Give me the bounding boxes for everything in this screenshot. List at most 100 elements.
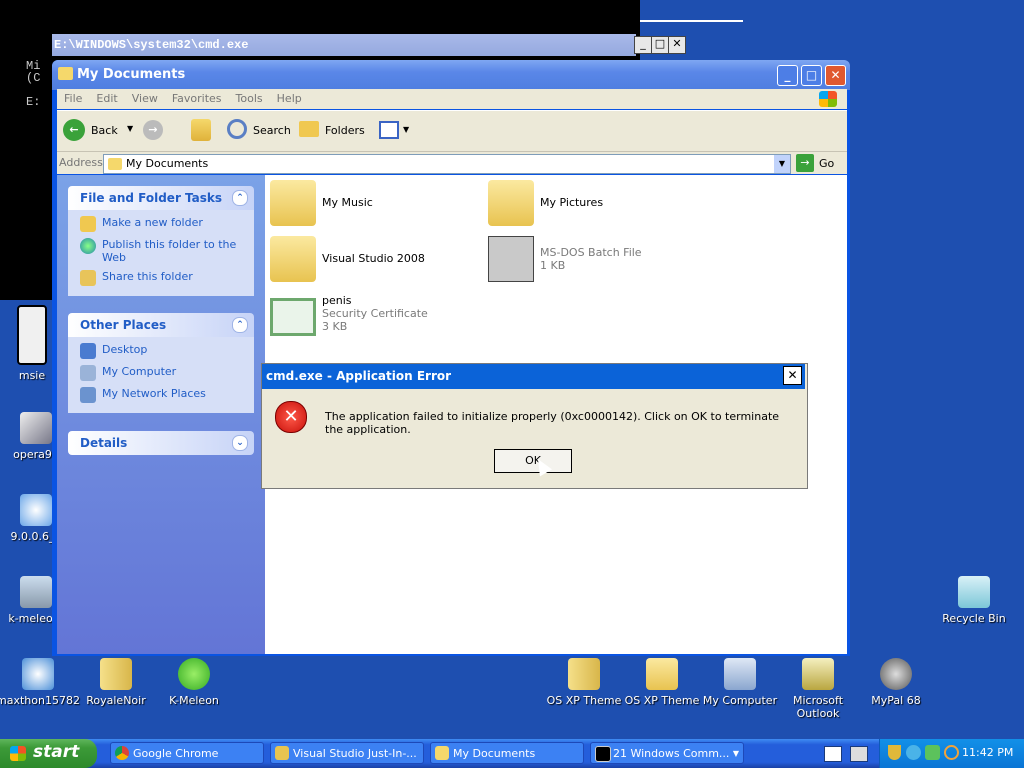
new-folder-icon <box>80 216 96 232</box>
desktop-icon-label: Microsoft <box>792 694 844 707</box>
network-tray-icon[interactable] <box>925 745 940 760</box>
desktop-icon-maxthon[interactable]: maxthon15782 <box>0 658 80 707</box>
file-batch[interactable]: MS-DOS Batch File 1 KB <box>488 236 642 282</box>
task-label: Make a new folder <box>102 216 203 229</box>
start-button[interactable]: start <box>0 739 97 768</box>
menu-tools[interactable]: Tools <box>229 89 270 109</box>
up-folder-icon[interactable] <box>191 119 211 141</box>
back-arrow-icon: ← <box>63 119 85 141</box>
desktop-icon-my-computer[interactable]: My Computer <box>698 658 782 707</box>
menu-file[interactable]: File <box>57 89 89 109</box>
batch-file-icon <box>488 236 534 282</box>
clock: 11:42 PM <box>962 746 1014 759</box>
desktop-icon-label: RoyaleNoir <box>86 694 146 707</box>
desktop-icon-k-meleon[interactable]: K-Meleon <box>152 658 236 707</box>
expand-icon[interactable]: ⌄ <box>232 435 248 451</box>
taskbar-button-my-documents[interactable]: My Documents <box>430 742 584 764</box>
panel-header[interactable]: Other Places ⌃ <box>68 313 254 337</box>
cmd-icon <box>595 746 611 762</box>
shield-icon[interactable] <box>888 745 901 760</box>
cmd-minimize-button[interactable]: _ <box>634 36 652 54</box>
task-label: Share this folder <box>102 270 193 283</box>
address-dropdown-button[interactable]: ▼ <box>774 155 790 173</box>
cmd-close-button[interactable]: ✕ <box>668 36 686 54</box>
cmd-maximize-button[interactable]: □ <box>651 36 669 54</box>
panel-title: File and Folder Tasks <box>80 191 223 205</box>
explorer-maximize-button[interactable]: □ <box>801 65 822 86</box>
desktop-icon-osxp-theme-1[interactable]: OS XP Theme <box>542 658 626 707</box>
taskbar-button-vs-jit[interactable]: Visual Studio Just-In-... <box>270 742 424 764</box>
search-icon <box>227 119 247 139</box>
error-icon: ✕ <box>275 401 307 433</box>
dialog-titlebar[interactable]: cmd.exe - Application Error <box>262 364 805 389</box>
menu-help[interactable]: Help <box>270 89 309 109</box>
explorer-titlebar[interactable]: My Documents <box>52 60 850 90</box>
task-label: Publish this folder to the Web <box>102 238 237 264</box>
chevron-down-icon[interactable]: ▼ <box>403 125 409 134</box>
file-name: Visual Studio 2008 <box>322 252 425 265</box>
menu-favorites[interactable]: Favorites <box>165 89 229 109</box>
file-type: Security Certificate <box>322 307 428 320</box>
place-desktop[interactable]: Desktop <box>80 343 244 359</box>
menu-view[interactable]: View <box>125 89 165 109</box>
toolbar: ← Back ▼ → Search Folders ▼ <box>57 110 847 152</box>
place-my-computer[interactable]: My Computer <box>80 365 244 381</box>
folder-icon <box>58 67 73 80</box>
dialog-close-button[interactable]: ✕ <box>783 366 802 385</box>
menu-edit[interactable]: Edit <box>89 89 124 109</box>
dialog-title-text: cmd.exe - Application Error <box>266 369 452 383</box>
address-input[interactable]: My Documents ▼ <box>103 154 791 174</box>
desktop-icon-recycle-bin[interactable]: Recycle Bin <box>932 576 1016 625</box>
desktop-icon-outlook[interactable]: Microsoft Outlook <box>776 658 860 720</box>
installer-icon <box>20 494 52 526</box>
address-label: Address <box>59 156 103 169</box>
globe-icon <box>80 238 96 254</box>
desktop-icon-mypal[interactable]: MyPal 68 <box>854 658 938 707</box>
panel-title: Details <box>80 436 128 450</box>
task-share-folder[interactable]: Share this folder <box>80 270 244 286</box>
search-tray-icon[interactable] <box>944 745 959 760</box>
show-desktop-icon[interactable] <box>824 746 842 762</box>
cmd-titlebar[interactable]: E:\WINDOWS\system32\cmd.exe <box>52 34 636 56</box>
explorer-minimize-button[interactable]: _ <box>777 65 798 86</box>
file-my-pictures[interactable]: My Pictures <box>488 180 603 226</box>
task-make-new-folder[interactable]: Make a new folder <box>80 216 244 232</box>
chameleon-icon <box>178 658 210 690</box>
explorer-close-button[interactable]: ✕ <box>825 65 846 86</box>
go-label: Go <box>819 157 835 170</box>
place-label: Desktop <box>102 343 148 356</box>
keyboard-icon[interactable] <box>850 746 868 762</box>
taskbar-button-label: Google Chrome <box>133 747 219 760</box>
recycle-bin-icon <box>958 576 990 608</box>
taskbar-button-label: Visual Studio Just-In-... <box>293 747 417 760</box>
chrome-icon <box>115 746 129 760</box>
file-visual-studio[interactable]: Visual Studio 2008 <box>270 236 425 282</box>
go-arrow-icon: → <box>796 154 814 172</box>
collapse-icon[interactable]: ⌃ <box>232 190 248 206</box>
file-name: penis <box>322 294 352 307</box>
chevron-down-icon: ▼ <box>732 749 739 758</box>
details-panel: Details ⌄ <box>68 431 254 455</box>
views-button[interactable] <box>379 121 399 139</box>
place-my-network[interactable]: My Network Places <box>80 387 244 403</box>
taskbar-button-cmd-group[interactable]: 21 Windows Comm... ▼ <box>590 742 744 764</box>
cmd-title-text: E:\WINDOWS\system32\cmd.exe <box>54 38 249 52</box>
desktop-icon-osxp-theme-2[interactable]: OS XP Theme <box>620 658 704 707</box>
file-my-music[interactable]: My Music <box>270 180 373 226</box>
panel-body: Desktop My Computer My Network Places <box>68 337 254 413</box>
file-certificate[interactable]: penis Security Certificate 3 KB <box>270 294 428 336</box>
panel-header[interactable]: File and Folder Tasks ⌃ <box>68 186 254 210</box>
messenger-icon[interactable] <box>906 745 921 760</box>
place-label: My Network Places <box>102 387 206 400</box>
explorer-title-text: My Documents <box>77 67 186 82</box>
panel-header[interactable]: Details ⌄ <box>68 431 254 455</box>
windows-logo-icon <box>819 91 837 107</box>
windows-logo-icon <box>10 746 26 761</box>
task-publish-web[interactable]: Publish this folder to the Web <box>80 238 244 264</box>
file-name: My Pictures <box>540 196 604 209</box>
desktop-icon-royalenoir[interactable]: RoyaleNoir <box>74 658 158 707</box>
collapse-icon[interactable]: ⌃ <box>232 317 248 333</box>
forward-button[interactable]: → <box>143 120 163 140</box>
desktop-icon-label: OS XP Theme <box>546 694 622 707</box>
taskbar-button-chrome[interactable]: Google Chrome <box>110 742 264 764</box>
